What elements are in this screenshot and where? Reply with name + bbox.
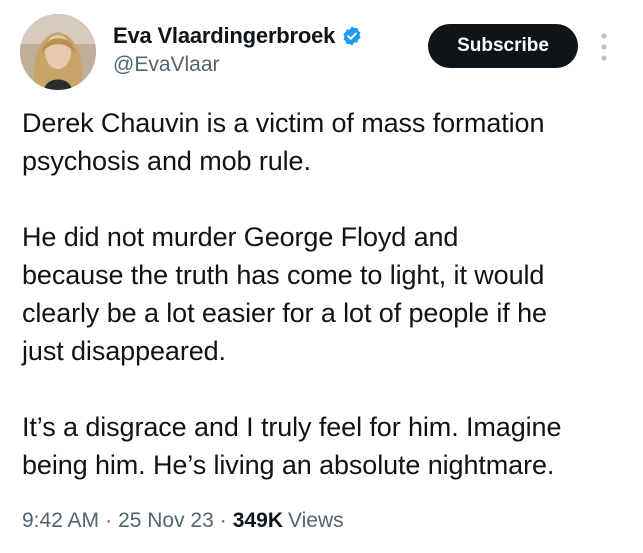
tweet-paragraph: It’s a disgrace and I truly feel for him… xyxy=(22,412,562,480)
tweet-time[interactable]: 9:42 AM xyxy=(22,509,99,533)
meta-separator: · xyxy=(219,509,227,532)
subscribe-button[interactable]: Subscribe xyxy=(428,24,578,68)
views-label: Views xyxy=(288,509,344,532)
verified-badge-icon xyxy=(341,25,363,47)
views-count[interactable]: 349K xyxy=(233,509,283,533)
tweet-paragraph: He did not murder George Floyd and becau… xyxy=(22,222,547,366)
author-block: Eva Vlaardingerbroek @EvaVlaar xyxy=(113,22,363,77)
tweet-text: Derek Chauvin is a victim of mass format… xyxy=(22,104,622,484)
display-name[interactable]: Eva Vlaardingerbroek xyxy=(113,23,335,49)
tweet-date[interactable]: 25 Nov 23 xyxy=(118,509,214,533)
meta-separator: · xyxy=(105,509,113,532)
avatar-image xyxy=(20,14,96,90)
tweet-meta: 9:42 AM · 25 Nov 23 · 349K Views xyxy=(22,509,344,533)
tweet-paragraph: Derek Chauvin is a victim of mass format… xyxy=(22,108,545,176)
more-vertical-icon[interactable] xyxy=(596,30,612,64)
avatar[interactable] xyxy=(20,14,96,90)
tweet-card: Eva Vlaardingerbroek @EvaVlaar Subscribe… xyxy=(0,0,643,553)
name-row: Eva Vlaardingerbroek xyxy=(113,22,363,50)
handle[interactable]: @EvaVlaar xyxy=(113,53,363,77)
